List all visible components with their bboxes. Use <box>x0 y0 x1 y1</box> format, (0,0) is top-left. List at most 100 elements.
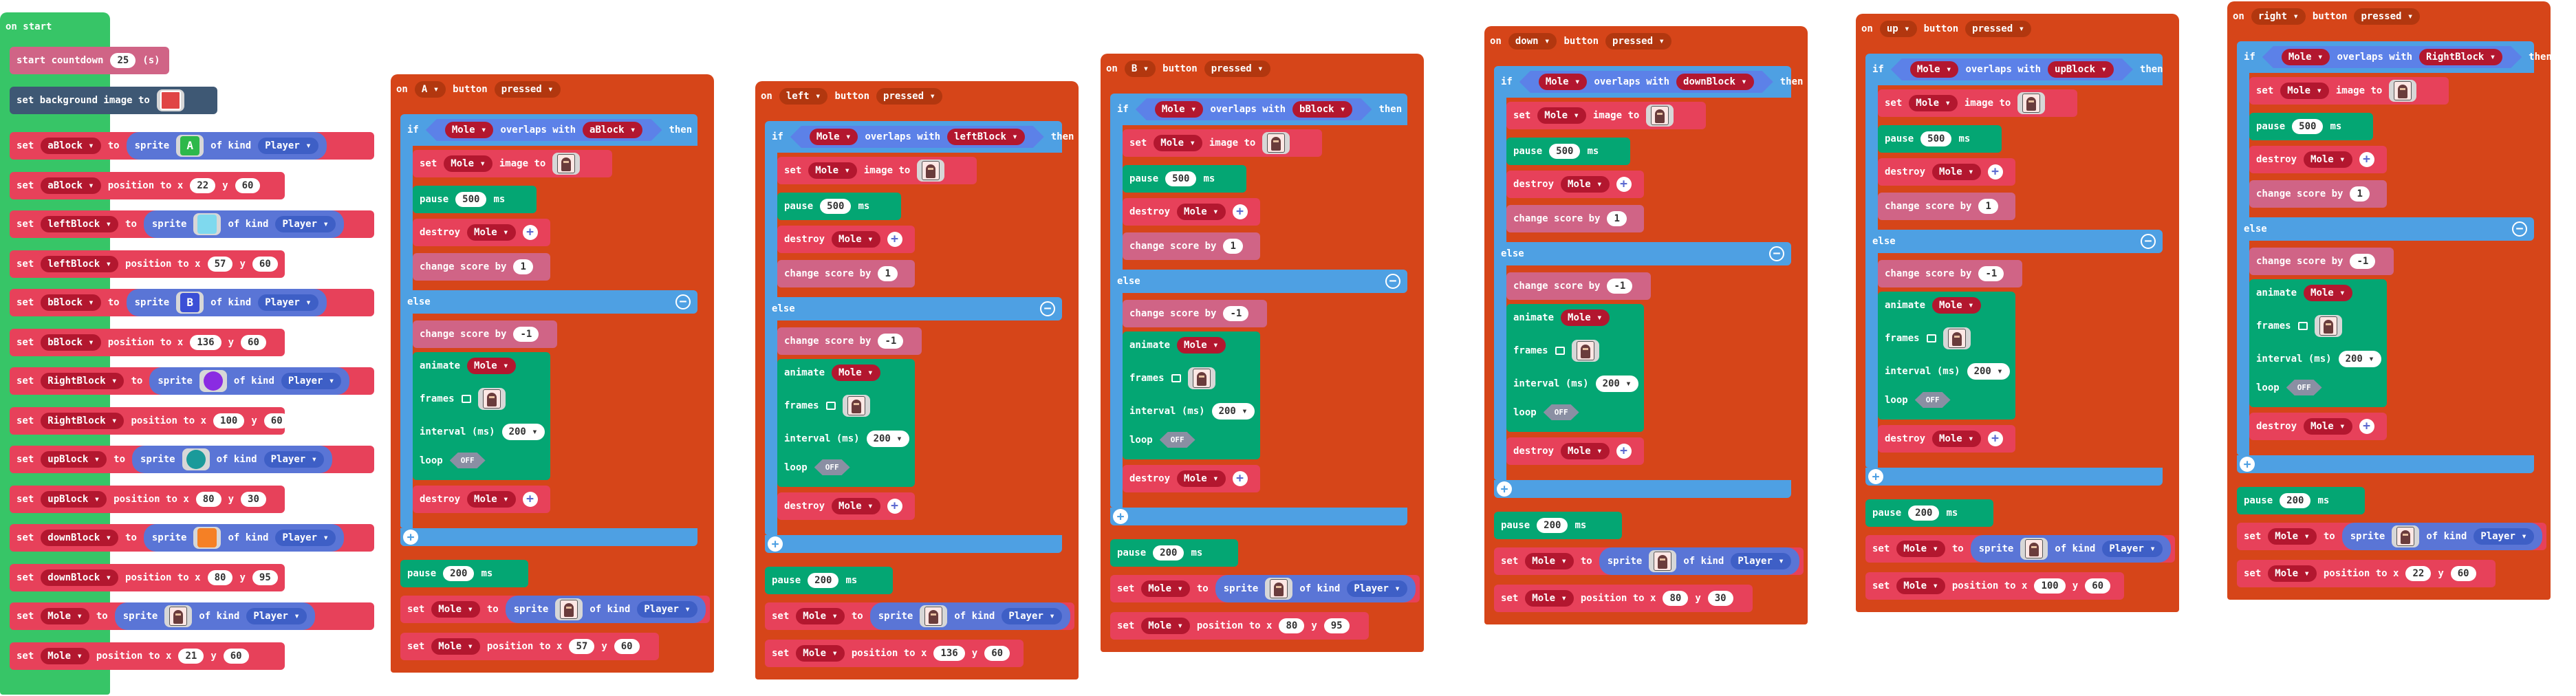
if-then-else-block[interactable]: if Mole overlaps with downBlock then <box>1494 66 1803 98</box>
set-sprite-block[interactable]: set Moleto sprite of kind Player <box>765 602 1074 630</box>
variable-dropdown[interactable]: upBlock <box>41 491 107 508</box>
sprite-create-block[interactable]: sprite of kind Player <box>149 367 350 395</box>
event-dropdown[interactable]: pressed <box>1204 61 1270 77</box>
sprite-image-picker[interactable] <box>193 213 221 235</box>
y-input[interactable]: 60 <box>235 178 261 193</box>
pause-block[interactable]: pause 500 ms <box>413 186 537 213</box>
pause-ms-input[interactable]: 200 <box>808 573 839 588</box>
kind-dropdown[interactable]: Player <box>1347 580 1407 597</box>
set-position-block[interactable]: set bBlock position to x 136 y 60 <box>10 329 285 356</box>
sprite-create-block[interactable]: sprite of kind Player <box>869 602 1070 630</box>
overlaps-with-condition[interactable]: Mole overlaps with RightBlock <box>2262 46 2522 68</box>
set-sprite-block[interactable]: set Moleto sprite of kind Player <box>2237 523 2546 550</box>
variable-dropdown[interactable]: Mole <box>2280 83 2329 99</box>
kind-dropdown[interactable]: Player <box>2102 541 2163 557</box>
change-score-block[interactable]: change score by -1 <box>2249 248 2394 275</box>
y-input[interactable]: 60 <box>252 257 278 272</box>
y-input[interactable]: 60 <box>2085 578 2111 594</box>
destroy-block[interactable]: destroy Mole + <box>2249 413 2387 440</box>
set-sprite-block[interactable]: set Moleto sprite of kind Player <box>10 602 374 630</box>
variable-dropdown[interactable]: Mole <box>1561 309 1610 326</box>
variable-dropdown[interactable]: Mole <box>431 638 480 655</box>
kind-dropdown[interactable]: Player <box>2474 528 2534 545</box>
destroy-block[interactable]: destroy Mole + <box>413 219 550 246</box>
set-sprite-block[interactable]: set Moleto sprite of kind Player <box>400 596 710 623</box>
variable-dropdown[interactable]: bBlock <box>41 334 101 351</box>
expand-plus-icon[interactable]: + <box>1232 471 1248 486</box>
kind-dropdown[interactable]: Player <box>275 216 336 232</box>
collapse-minus-icon[interactable]: − <box>1385 274 1400 289</box>
pause-block[interactable]: pause 200 ms <box>400 560 528 587</box>
x-input[interactable]: 57 <box>207 257 233 272</box>
set-sprite-block[interactable]: set RightBlock to sprite of kind Player <box>10 367 374 395</box>
sprite-dropdown[interactable]: Mole <box>1539 74 1588 90</box>
button-dropdown[interactable]: B <box>1124 61 1156 77</box>
x-input[interactable]: 136 <box>190 335 221 350</box>
loop-toggle[interactable]: OFF <box>1544 404 1579 420</box>
sprite-create-block[interactable]: sprite of kind Player <box>1599 547 1799 575</box>
destroy-block[interactable]: destroy Mole + <box>1123 465 1260 492</box>
y-input[interactable]: 95 <box>1323 618 1350 633</box>
set-sprite-block[interactable]: set downBlock to sprite of kind Player <box>10 524 374 552</box>
set-background-image-block[interactable]: set background image to <box>10 87 217 114</box>
change-score-block[interactable]: change score by 1 <box>1506 205 1644 232</box>
variable-dropdown[interactable]: Mole <box>1909 95 1958 111</box>
sprite-image-picker[interactable] <box>2392 525 2420 547</box>
if-then-else-block[interactable]: if Mole overlaps with leftBlock then <box>765 121 1074 153</box>
sprite-image-picker[interactable] <box>164 605 193 627</box>
variable-dropdown[interactable]: Mole <box>808 162 857 179</box>
sprite-image-picker[interactable] <box>920 605 948 627</box>
y-input[interactable]: 60 <box>2450 566 2476 581</box>
variable-dropdown[interactable]: Mole <box>1177 204 1226 220</box>
set-position-block[interactable]: set Mole position to x 21 y 60 <box>10 642 285 670</box>
sprite-image-picker[interactable] <box>1646 105 1674 127</box>
variable-dropdown[interactable]: Mole <box>796 645 845 662</box>
expand-plus-icon[interactable]: + <box>1232 204 1248 219</box>
button-dropdown[interactable]: left <box>779 88 828 105</box>
sprite-create-block[interactable]: sprite Bof kind Player <box>126 289 327 316</box>
sprite-create-block[interactable]: sprite of kind Player <box>114 602 315 630</box>
sprite-image-picker[interactable] <box>2314 315 2342 337</box>
expand-plus-icon[interactable]: + <box>2359 152 2374 167</box>
event-dropdown[interactable]: pressed <box>494 81 561 98</box>
collapse-minus-icon[interactable]: − <box>2512 221 2527 237</box>
variable-dropdown[interactable]: Mole <box>832 365 880 381</box>
variable-dropdown[interactable]: Mole <box>1896 541 1945 557</box>
if-then-else-block[interactable]: if Mole overlaps with aBlock then <box>400 114 697 146</box>
score-input[interactable]: -1 <box>878 334 904 349</box>
target-sprite-dropdown[interactable]: bBlock <box>1292 101 1352 118</box>
variable-dropdown[interactable]: upBlock <box>41 451 107 468</box>
sprite-image-picker[interactable]: A <box>176 135 204 157</box>
variable-dropdown[interactable]: RightBlock <box>41 373 125 389</box>
sprite-image-picker[interactable] <box>1571 340 1599 362</box>
overlaps-with-condition[interactable]: Mole overlaps with upBlock <box>1891 58 2133 80</box>
destroy-block[interactable]: destroy Mole + <box>413 486 550 513</box>
sprite-dropdown[interactable]: Mole <box>1910 61 1959 78</box>
sprite-create-block[interactable]: sprite of kind Player <box>2341 523 2542 550</box>
background-image-picker[interactable] <box>156 89 184 111</box>
set-position-block[interactable]: set RightBlock position to x 100 y 60 <box>10 407 290 435</box>
change-score-block[interactable]: change score by -1 <box>1123 300 1267 327</box>
pause-block[interactable]: pause 500 ms <box>777 193 901 220</box>
pause-ms-input[interactable]: 500 <box>820 199 852 214</box>
sprite-image-picker[interactable] <box>477 388 506 410</box>
y-input[interactable]: 30 <box>241 492 266 507</box>
variable-dropdown[interactable]: Mole <box>41 608 89 624</box>
sprite-image-picker[interactable] <box>552 153 581 175</box>
sprite-image-picker[interactable] <box>2389 80 2417 102</box>
score-input[interactable]: 1 <box>513 259 533 274</box>
pause-ms-input[interactable]: 500 <box>1165 171 1197 186</box>
variable-dropdown[interactable]: Mole <box>467 358 516 374</box>
expand-plus-icon[interactable]: + <box>522 492 538 507</box>
sprite-dropdown[interactable]: Mole <box>2282 49 2330 65</box>
set-position-block[interactable]: set downBlock position to x 80 y 95 <box>10 564 285 591</box>
pause-block[interactable]: pause 500 ms <box>1123 165 1246 193</box>
x-input[interactable]: 80 <box>1279 618 1305 633</box>
set-position-block[interactable]: set Mole position to x 80 y 95 <box>1110 612 1369 640</box>
set-position-block[interactable]: set Mole position to x 57 y 60 <box>400 633 659 660</box>
sprite-image-picker[interactable] <box>1942 327 1971 349</box>
score-input[interactable]: -1 <box>2350 254 2376 269</box>
destroy-block[interactable]: destroy Mole + <box>2249 146 2387 173</box>
pause-ms-input[interactable]: 200 <box>1537 518 1568 533</box>
add-else-if-plus-icon[interactable]: + <box>403 530 418 545</box>
